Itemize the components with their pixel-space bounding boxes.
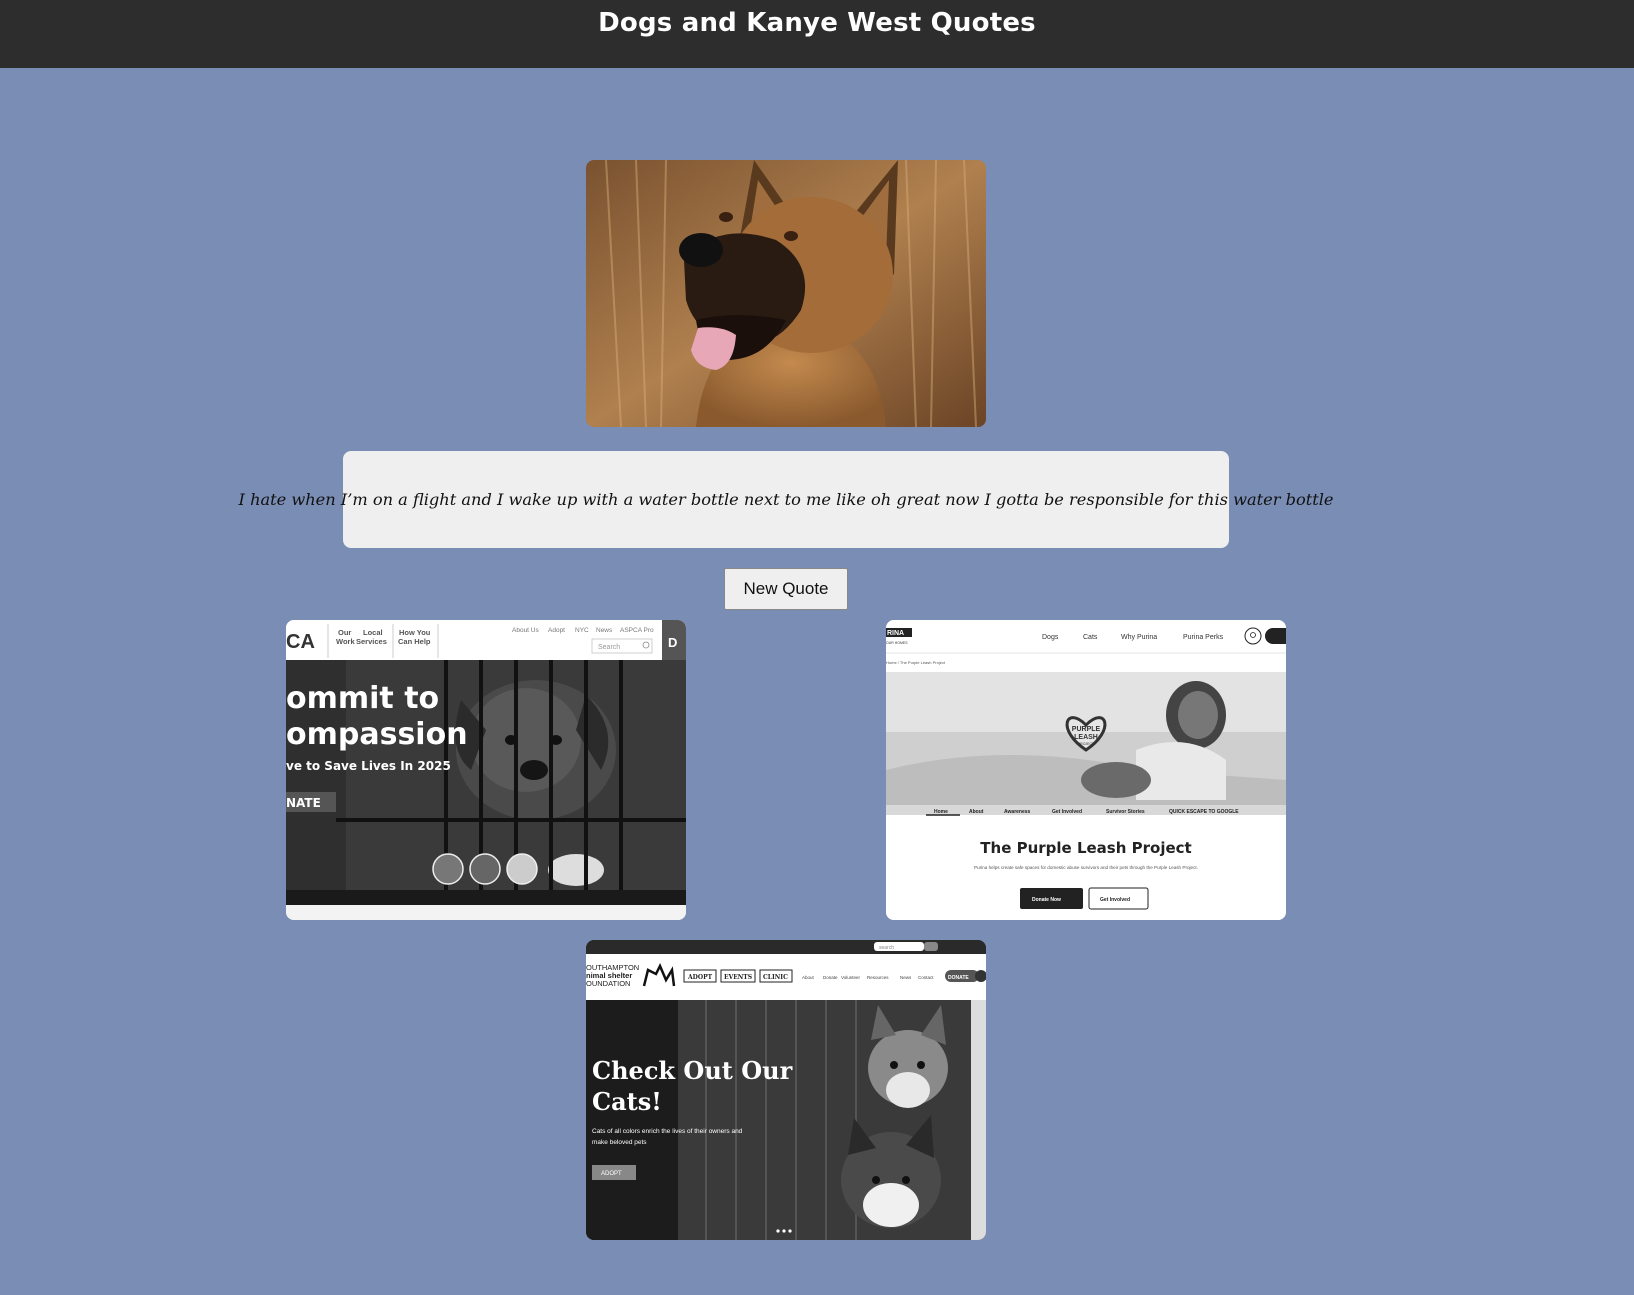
svg-text:Local: Local bbox=[363, 628, 383, 637]
dog-image bbox=[586, 160, 986, 427]
shelter-headline-2: Cats! bbox=[592, 1087, 662, 1116]
svg-text:Search: Search bbox=[598, 644, 620, 651]
svg-text:About: About bbox=[802, 975, 815, 980]
purple-leash-card[interactable]: RINA OUR HOMES Dogs Cats Why Purina Puri… bbox=[886, 620, 1286, 920]
purple-leash-title: The Purple Leash Project bbox=[980, 839, 1191, 857]
new-quote-button[interactable]: New Quote bbox=[724, 568, 848, 610]
svg-text:ADOPT: ADOPT bbox=[601, 1171, 622, 1177]
svg-text:Services: Services bbox=[356, 637, 387, 646]
svg-text:NYC: NYC bbox=[575, 627, 589, 634]
quote-box: I hate when I’m on a flight and I wake u… bbox=[239, 451, 1333, 548]
aspca-screenshot: CA Our Work Local Services How You Can H… bbox=[286, 620, 686, 920]
svg-text:CLINIC: CLINIC bbox=[763, 974, 788, 981]
quote-text: I hate when I’m on a flight and I wake u… bbox=[238, 490, 1334, 509]
svg-text:DONATE: DONATE bbox=[948, 975, 969, 981]
svg-text:Resources: Resources bbox=[867, 975, 889, 980]
svg-text:Donate: Donate bbox=[823, 975, 838, 980]
svg-text:QUICK ESCAPE TO GOOGLE: QUICK ESCAPE TO GOOGLE bbox=[1169, 809, 1239, 815]
svg-text:News: News bbox=[596, 627, 613, 634]
svg-text:Dogs: Dogs bbox=[1042, 634, 1059, 641]
svg-text:Survivor Stories: Survivor Stories bbox=[1106, 809, 1145, 815]
svg-text:EVENTS: EVENTS bbox=[724, 974, 752, 981]
svg-text:OUR HOMES: OUR HOMES bbox=[886, 641, 908, 645]
svg-text:ASPCA Pro: ASPCA Pro bbox=[620, 627, 654, 634]
page-title: Dogs and Kanye West Quotes bbox=[598, 8, 1036, 38]
svg-text:Donate Now: Donate Now bbox=[1032, 897, 1061, 903]
aspca-headline-2: ompassion bbox=[286, 717, 468, 752]
svg-text:Adopt: Adopt bbox=[548, 627, 565, 634]
svg-text:search: search bbox=[879, 945, 894, 951]
shelter-headline-1: Check Out Our bbox=[592, 1056, 793, 1085]
svg-text:NATE: NATE bbox=[286, 796, 321, 810]
aspca-logo: CA bbox=[286, 631, 315, 653]
svg-text:Purina helps create safe space: Purina helps create safe spaces for dome… bbox=[974, 865, 1198, 870]
svg-text:OUNDATION: OUNDATION bbox=[586, 979, 630, 988]
svg-text:About Us: About Us bbox=[512, 627, 539, 634]
svg-text:How You: How You bbox=[399, 628, 431, 637]
svg-text:ADOPT: ADOPT bbox=[687, 974, 713, 981]
svg-text:Awareness: Awareness bbox=[1004, 809, 1031, 815]
svg-text:Get Involved: Get Involved bbox=[1100, 897, 1130, 903]
shelter-screenshot: search OUTHAMPTON nimal shelter OUNDATIO… bbox=[586, 940, 986, 1240]
svg-text:Contact: Contact bbox=[918, 975, 934, 980]
svg-text:Volunteer: Volunteer bbox=[841, 975, 861, 980]
svg-text:Purina Perks: Purina Perks bbox=[1183, 634, 1224, 641]
svg-text:About: About bbox=[969, 809, 984, 815]
aspca-headline-1: ommit to bbox=[286, 681, 439, 716]
svg-text:Cats of all colors enrich the: Cats of all colors enrich the lives of t… bbox=[592, 1128, 743, 1135]
svg-text:Get Involved: Get Involved bbox=[1052, 809, 1082, 815]
svg-text:PROJECT: PROJECT bbox=[1078, 742, 1095, 746]
purple-leash-screenshot: RINA OUR HOMES Dogs Cats Why Purina Puri… bbox=[886, 620, 1286, 920]
svg-text:Can Help: Can Help bbox=[398, 637, 431, 646]
svg-text:D: D bbox=[668, 635, 677, 650]
dog-illustration bbox=[586, 160, 986, 427]
shelter-card[interactable]: search OUTHAMPTON nimal shelter OUNDATIO… bbox=[586, 940, 986, 1240]
page-header: Dogs and Kanye West Quotes bbox=[0, 0, 1634, 68]
svg-text:Cats: Cats bbox=[1083, 634, 1098, 641]
svg-text:News: News bbox=[900, 975, 912, 980]
svg-text:Home: Home bbox=[934, 809, 948, 815]
svg-text:PURPLE: PURPLE bbox=[1072, 726, 1101, 733]
aspca-card[interactable]: CA Our Work Local Services How You Can H… bbox=[286, 620, 686, 920]
svg-text:Home / The Purple Leash Projec: Home / The Purple Leash Project bbox=[886, 660, 946, 665]
svg-text:Why Purina: Why Purina bbox=[1121, 634, 1157, 641]
svg-text:Work: Work bbox=[336, 637, 355, 646]
svg-text:RINA: RINA bbox=[887, 630, 904, 637]
svg-text:LEASH: LEASH bbox=[1074, 734, 1098, 741]
svg-text:make beloved pets: make beloved pets bbox=[592, 1139, 647, 1146]
svg-text:ve to Save Lives In 2025: ve to Save Lives In 2025 bbox=[286, 759, 451, 773]
svg-text:Our: Our bbox=[338, 628, 351, 637]
